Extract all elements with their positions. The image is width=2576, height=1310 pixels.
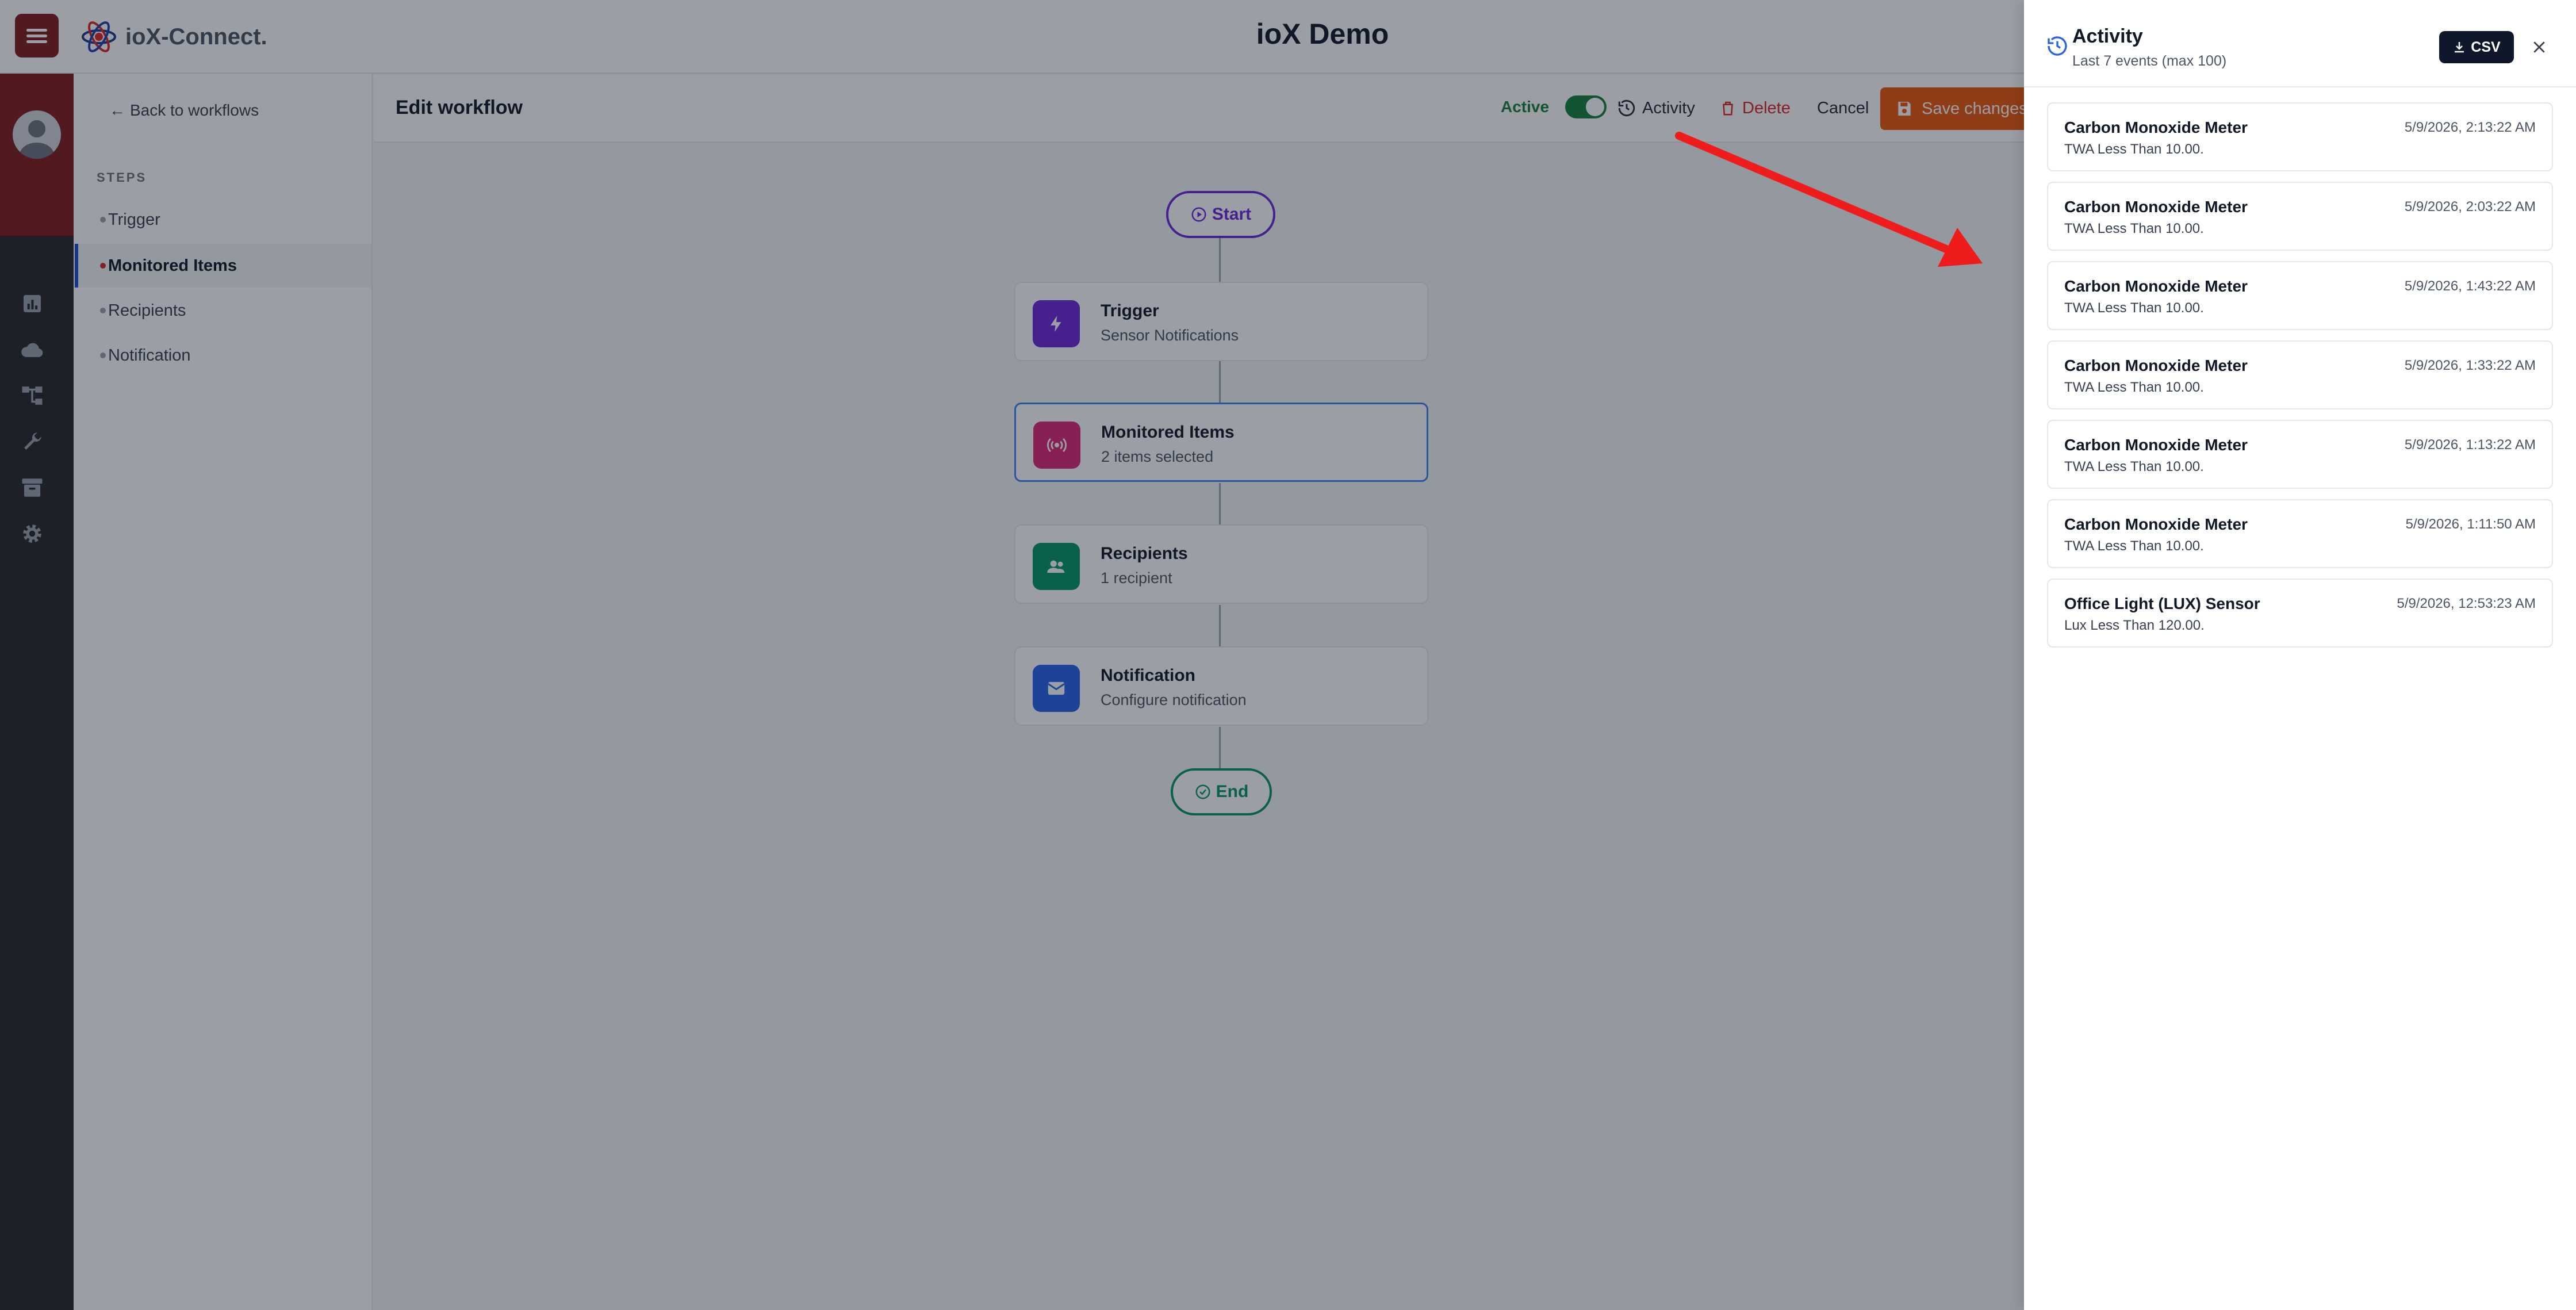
download-icon bbox=[2455, 42, 2464, 53]
activity-event-card[interactable]: Carbon Monoxide Meter TWA Less Than 10.0… bbox=[2047, 261, 2553, 330]
activity-event-card[interactable]: Carbon Monoxide Meter TWA Less Than 10.0… bbox=[2047, 420, 2553, 489]
activity-event-card[interactable]: Carbon Monoxide Meter TWA Less Than 10.0… bbox=[2047, 182, 2553, 251]
activity-event-card[interactable]: Carbon Monoxide Meter TWA Less Than 10.0… bbox=[2047, 102, 2553, 171]
annotation-arrow bbox=[1675, 132, 1983, 267]
history-icon bbox=[2048, 36, 2067, 56]
activity-panel-title: Activity bbox=[2072, 25, 2143, 47]
close-icon[interactable] bbox=[2525, 33, 2553, 61]
activity-event-card[interactable]: Carbon Monoxide Meter TWA Less Than 10.0… bbox=[2047, 499, 2553, 568]
activity-event-card[interactable]: Office Light (LUX) Sensor Lux Less Than … bbox=[2047, 579, 2553, 648]
download-csv-button[interactable]: CSV bbox=[2439, 31, 2514, 63]
activity-panel-subtitle: Last 7 events (max 100) bbox=[2072, 53, 2227, 69]
activity-event-card[interactable]: Carbon Monoxide Meter TWA Less Than 10.0… bbox=[2047, 340, 2553, 409]
